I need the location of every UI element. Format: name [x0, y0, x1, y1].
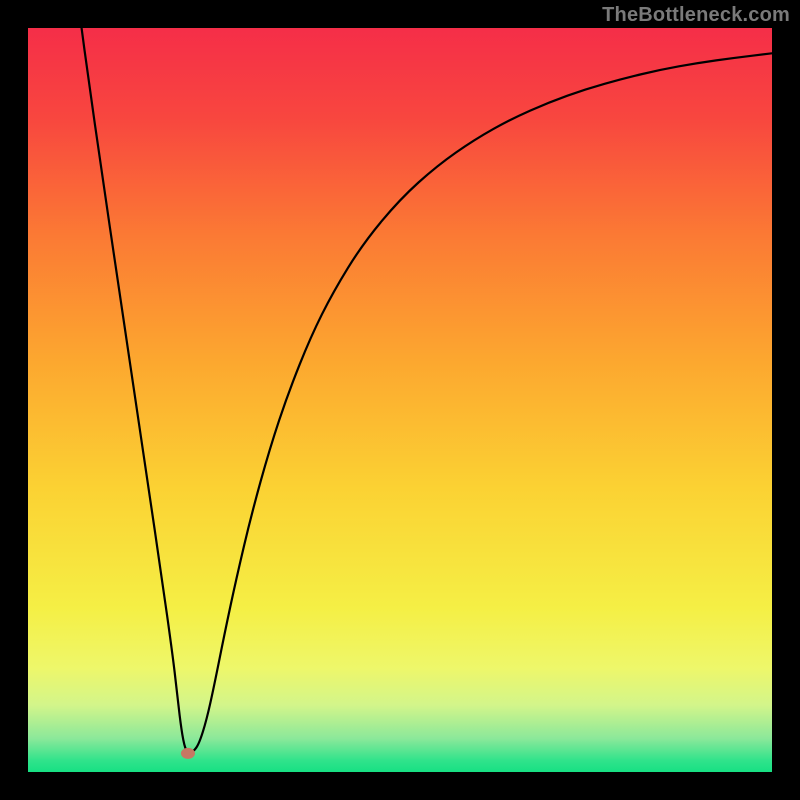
chart-frame: TheBottleneck.com — [0, 0, 800, 800]
watermark-text: TheBottleneck.com — [602, 4, 790, 27]
minimum-marker — [181, 748, 195, 759]
chart-svg — [28, 28, 772, 772]
plot-area — [28, 28, 772, 772]
gradient-background — [28, 28, 772, 772]
